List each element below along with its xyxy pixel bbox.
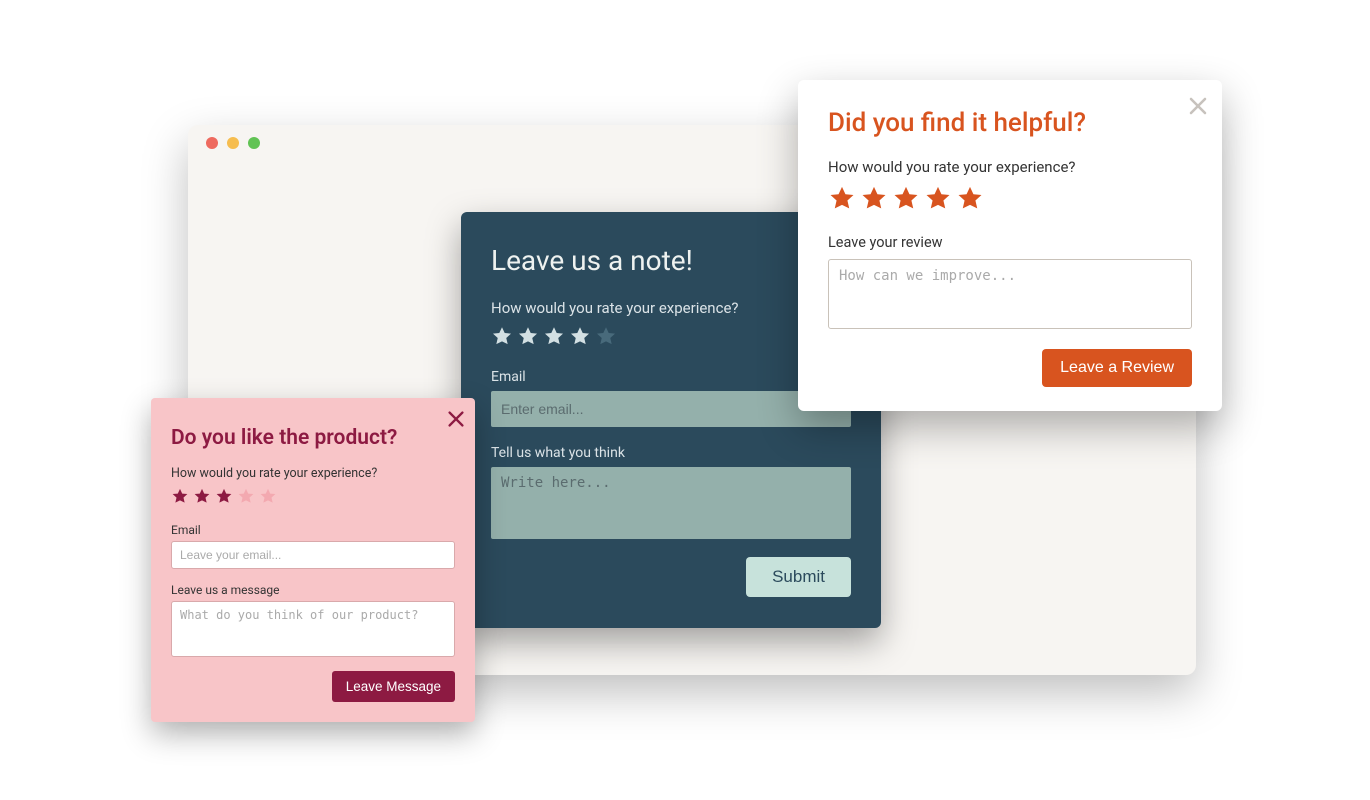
star-icon[interactable] (543, 325, 565, 351)
email-label: Email (171, 523, 455, 537)
star-icon[interactable] (193, 487, 211, 509)
star-icon[interactable] (215, 487, 233, 509)
review-field[interactable] (828, 259, 1192, 329)
close-icon[interactable] (445, 408, 467, 434)
card-title: Do you like the product? (171, 426, 455, 450)
star-icon[interactable] (892, 184, 920, 216)
leave-review-button[interactable]: Leave a Review (1042, 349, 1192, 387)
star-icon[interactable] (860, 184, 888, 216)
card-title: Leave us a note! (491, 244, 851, 277)
star-icon[interactable] (956, 184, 984, 216)
message-field[interactable] (491, 467, 851, 539)
star-icon[interactable] (924, 184, 952, 216)
submit-button[interactable]: Submit (746, 557, 851, 597)
message-label: Leave us a message (171, 583, 455, 597)
star-icon[interactable] (569, 325, 591, 351)
star-icon[interactable] (517, 325, 539, 351)
traffic-light-close-icon[interactable] (206, 137, 218, 149)
star-icon[interactable] (595, 325, 617, 351)
rating-question: How would you rate your experience? (828, 158, 1192, 176)
traffic-light-minimize-icon[interactable] (227, 137, 239, 149)
feedback-card-product: Do you like the product? How would you r… (151, 398, 475, 722)
rating-stars (828, 184, 1192, 216)
star-icon[interactable] (828, 184, 856, 216)
star-icon[interactable] (237, 487, 255, 509)
rating-stars (491, 325, 851, 351)
review-label: Leave your review (828, 234, 1192, 251)
rating-question: How would you rate your experience? (491, 299, 851, 317)
card-title: Did you find it helpful? (828, 108, 1192, 138)
message-label: Tell us what you think (491, 445, 851, 461)
email-field[interactable] (171, 541, 455, 569)
email-field[interactable] (491, 391, 851, 427)
star-icon[interactable] (491, 325, 513, 351)
star-icon[interactable] (171, 487, 189, 509)
feedback-card-helpful: Did you find it helpful? How would you r… (798, 80, 1222, 411)
email-label: Email (491, 369, 851, 385)
traffic-light-zoom-icon[interactable] (248, 137, 260, 149)
leave-message-button[interactable]: Leave Message (332, 671, 455, 702)
message-field[interactable] (171, 601, 455, 657)
rating-question: How would you rate your experience? (171, 466, 455, 481)
close-icon[interactable] (1186, 94, 1210, 122)
rating-stars (171, 487, 455, 509)
star-icon[interactable] (259, 487, 277, 509)
